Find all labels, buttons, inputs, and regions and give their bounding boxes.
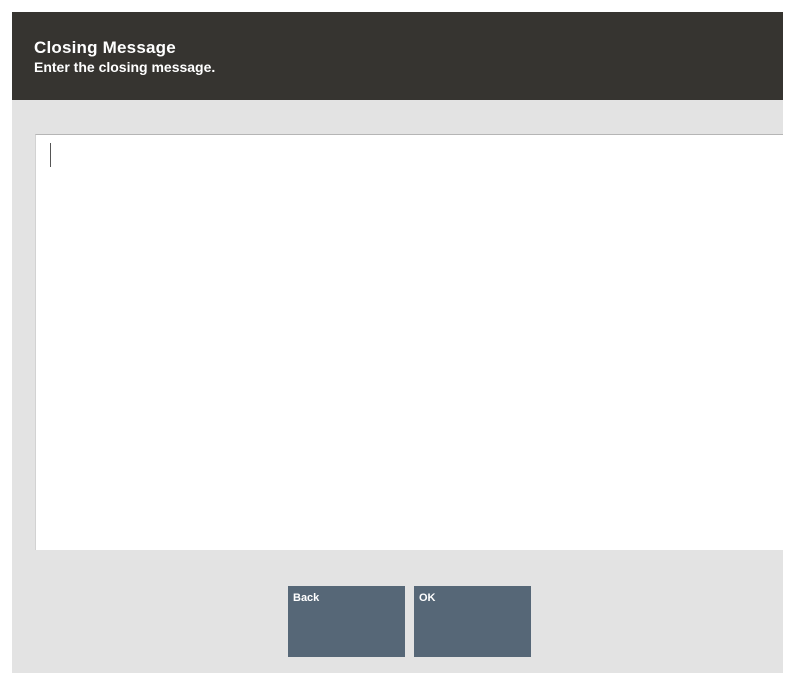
closing-message-input[interactable] [36, 135, 783, 550]
ok-button[interactable]: OK [414, 586, 531, 657]
dialog-title: Closing Message [34, 38, 176, 57]
closing-message-dialog: Closing Message Enter the closing messag… [12, 12, 783, 673]
dialog-instruction: Enter the closing message. [34, 59, 216, 75]
text-cursor [50, 143, 51, 167]
dialog-header: Closing Message Enter the closing messag… [12, 12, 783, 100]
back-button[interactable]: Back [288, 586, 405, 657]
closing-message-field-container [35, 134, 783, 550]
